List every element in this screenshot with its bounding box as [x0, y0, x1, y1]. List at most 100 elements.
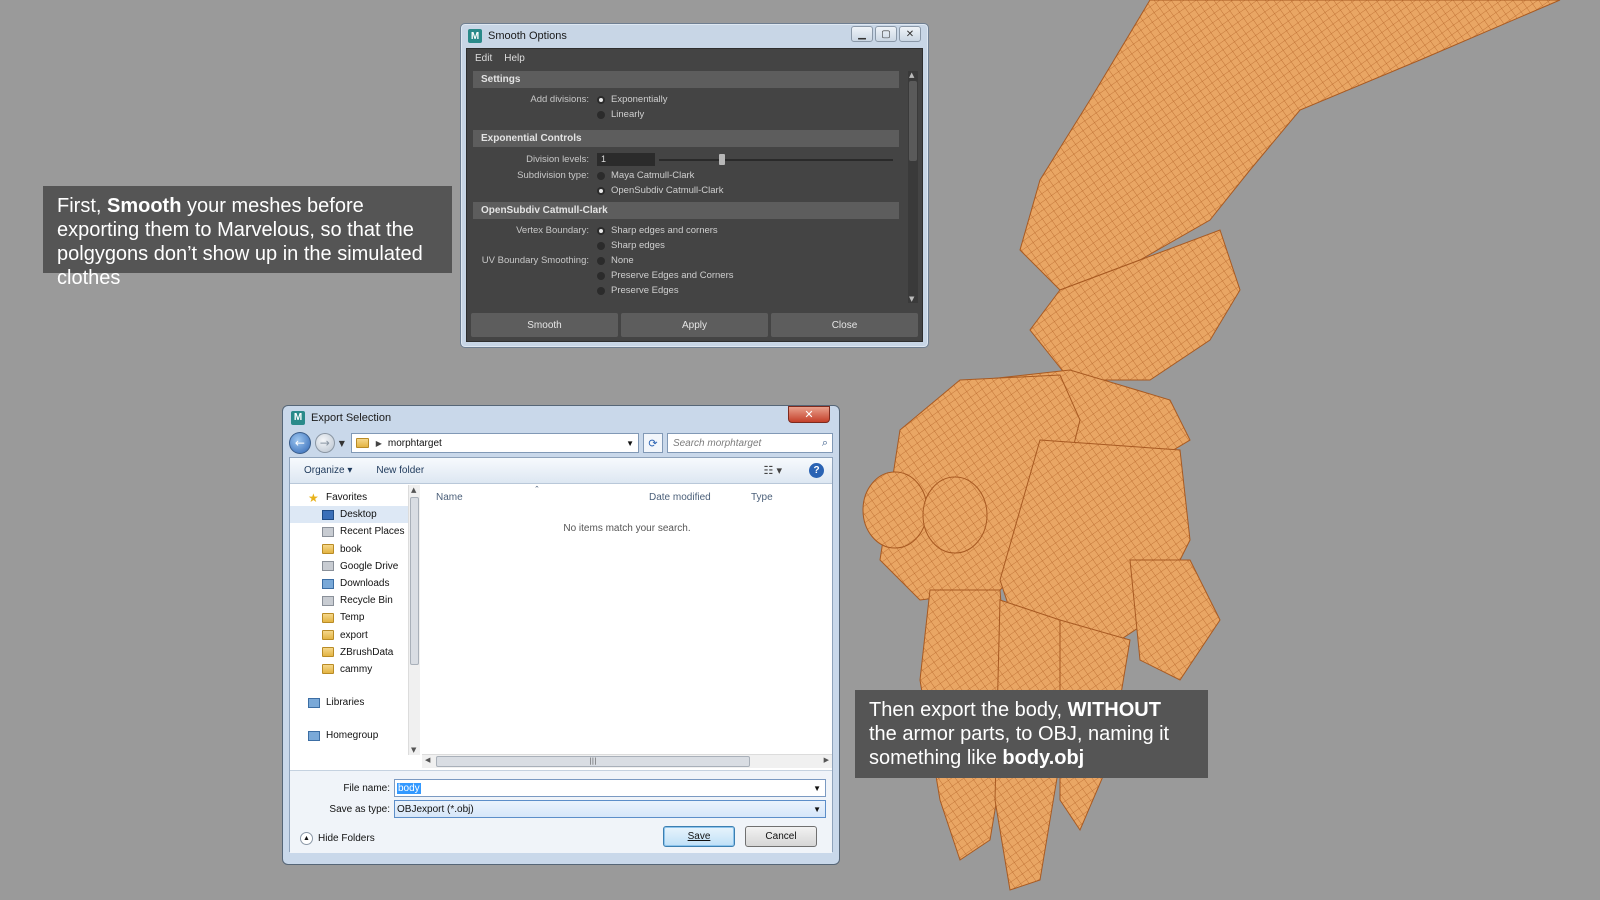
caption-bold: WITHOUT	[1067, 699, 1161, 721]
radio-maya-catmull-clark[interactable]	[597, 171, 605, 180]
options-scroll-area: Settings Add divisions: Exponentially Lin…	[473, 71, 899, 303]
file-name-dropdown-icon[interactable]: ▼	[813, 784, 821, 793]
new-folder-button[interactable]: New folder	[376, 465, 424, 476]
close-icon[interactable]: ✕	[788, 406, 830, 423]
view-options-icon[interactable]: ☷ ▾	[764, 464, 782, 477]
save-as-type-value: OBJexport (*.obj)	[397, 803, 474, 815]
maximize-icon[interactable]: ▢	[875, 26, 897, 42]
nav-item-book[interactable]: book	[290, 541, 418, 558]
options-scrollbar[interactable]: ▲ ▼	[908, 71, 918, 303]
nav-item-recent-places[interactable]: Recent Places	[290, 523, 418, 540]
nav-homegroup[interactable]: Homegroup	[290, 727, 418, 744]
radio-opensubdiv-catmull-clark[interactable]	[597, 186, 605, 195]
google-drive-icon	[322, 561, 334, 572]
section-settings[interactable]: Settings	[473, 71, 899, 88]
save-as-type-select[interactable]: OBJexport (*.obj) ▼	[394, 800, 826, 818]
column-date-modified[interactable]: Date modified	[649, 492, 711, 503]
refresh-icon[interactable]: ⟳	[643, 433, 663, 453]
window-title: Export Selection	[311, 411, 392, 424]
cancel-button[interactable]: Cancel	[745, 826, 817, 847]
search-input[interactable]: Search morphtarget ⌕	[666, 433, 833, 453]
smooth-options-window: M Smooth Options ▁ ▢ ✕ Edit Help Setting…	[460, 23, 929, 348]
nav-item-downloads[interactable]: Downloads	[290, 575, 418, 592]
nav-libraries[interactable]: Libraries	[290, 694, 418, 711]
column-name[interactable]: Name	[436, 492, 463, 503]
navigation-bar: ← → ▼ ▶ morphtarget ▼ ⟳ Search morphtarg…	[289, 429, 833, 457]
scroll-down-icon[interactable]: ▼	[909, 295, 914, 303]
file-name-input[interactable]: body ▼	[394, 779, 826, 797]
nav-item-google-drive[interactable]: Google Drive	[290, 558, 418, 575]
navigation-pane: ★ Favorites Desktop Recent Places book Go…	[290, 485, 418, 755]
scroll-up-icon[interactable]: ▲	[909, 71, 914, 79]
folder-icon	[322, 664, 334, 675]
save-as-type-dropdown-icon[interactable]: ▼	[813, 805, 821, 814]
save-as-type-label: Save as type:	[329, 803, 390, 815]
sort-indicator-icon: ⌃	[534, 486, 540, 493]
scroll-down-icon[interactable]: ▼	[411, 746, 416, 754]
subdivision-type-label: Subdivision type:	[517, 170, 589, 181]
nav-scrollbar[interactable]: ▲ ▼	[408, 485, 420, 755]
tutorial-caption-smooth: First, Smooth your meshes before exporti…	[43, 186, 452, 289]
radio-exponentially[interactable]	[597, 95, 605, 104]
nav-item-desktop[interactable]: Desktop	[290, 506, 418, 524]
menu-edit[interactable]: Edit	[475, 53, 492, 64]
nav-label: Recycle Bin	[340, 595, 393, 607]
scroll-up-icon[interactable]: ▲	[411, 486, 416, 494]
forward-icon[interactable]: →	[314, 433, 335, 453]
nav-label: Recent Places	[340, 526, 405, 538]
section-opensubdiv[interactable]: OpenSubdiv Catmull-Clark	[473, 202, 899, 219]
file-list-hscrollbar[interactable]: ◀ ||| ▶	[422, 754, 832, 768]
nav-item-cammy[interactable]: cammy	[290, 661, 418, 678]
division-levels-slider[interactable]	[659, 153, 893, 166]
radio-sharp-edges-and-corners[interactable]	[597, 226, 605, 235]
division-levels-field[interactable]: 1	[597, 153, 655, 166]
scroll-left-icon[interactable]: ◀	[425, 756, 430, 764]
smooth-button[interactable]: Smooth	[471, 313, 618, 337]
menu-help[interactable]: Help	[504, 53, 525, 64]
file-list-pane: Name ⌃ Date modified Type No items match…	[422, 485, 832, 755]
slider-handle[interactable]	[719, 154, 726, 165]
section-exponential-controls[interactable]: Exponential Controls	[473, 130, 899, 147]
column-type[interactable]: Type	[751, 492, 773, 503]
search-icon[interactable]: ⌕	[822, 437, 828, 450]
organize-button[interactable]: Organize ▾	[304, 465, 352, 476]
radio-linearly[interactable]	[597, 110, 605, 119]
nav-label: export	[340, 629, 368, 641]
radio-preserve-edges[interactable]	[597, 286, 605, 295]
nav-item-recycle-bin[interactable]: Recycle Bin	[290, 592, 418, 609]
apply-button[interactable]: Apply	[621, 313, 768, 337]
radio-label: Exponentially	[611, 94, 668, 105]
back-icon[interactable]: ←	[289, 432, 311, 454]
nav-label: Libraries	[326, 697, 365, 709]
scrollbar-thumb[interactable]	[909, 81, 917, 161]
hide-folders-toggle[interactable]: ▲ Hide Folders	[300, 832, 375, 845]
nav-item-zbrushdata[interactable]: ZBrushData	[290, 644, 418, 661]
close-icon[interactable]: ✕	[899, 26, 921, 42]
title-bar[interactable]: M Smooth Options ▁ ▢ ✕	[466, 24, 923, 48]
nav-favorites[interactable]: ★ Favorites	[290, 489, 418, 506]
scrollbar-thumb[interactable]: |||	[436, 756, 750, 767]
nav-item-export[interactable]: export	[290, 627, 418, 644]
radio-label: Sharp edges and corners	[611, 225, 718, 236]
radio-sharp-edges[interactable]	[597, 241, 605, 250]
maya-logo-icon: M	[468, 29, 482, 43]
close-button[interactable]: Close	[771, 313, 918, 337]
empty-message: No items match your search.	[563, 523, 691, 534]
title-bar[interactable]: M Export Selection ✕	[289, 406, 833, 429]
nav-label: Temp	[340, 612, 365, 624]
radio-preserve-edges-and-corners[interactable]	[597, 271, 605, 280]
history-dropdown-icon[interactable]: ▼	[339, 439, 347, 448]
address-dropdown-icon[interactable]: ▼	[626, 439, 634, 448]
breadcrumb-chevron-icon[interactable]: ▶	[376, 439, 382, 448]
export-selection-dialog: M Export Selection ✕ ← → ▼ ▶ morphtarget…	[282, 405, 840, 865]
minimize-icon[interactable]: ▁	[851, 26, 873, 42]
nav-item-temp[interactable]: Temp	[290, 609, 418, 626]
save-button[interactable]: Save	[663, 826, 735, 847]
nav-label: Favorites	[326, 492, 368, 504]
address-bar[interactable]: ▶ morphtarget ▼	[350, 433, 640, 453]
scroll-right-icon[interactable]: ▶	[824, 756, 829, 764]
radio-none[interactable]	[597, 256, 605, 265]
help-icon[interactable]: ?	[809, 463, 824, 478]
scrollbar-thumb[interactable]	[410, 497, 419, 665]
nav-label: Google Drive	[340, 560, 399, 572]
